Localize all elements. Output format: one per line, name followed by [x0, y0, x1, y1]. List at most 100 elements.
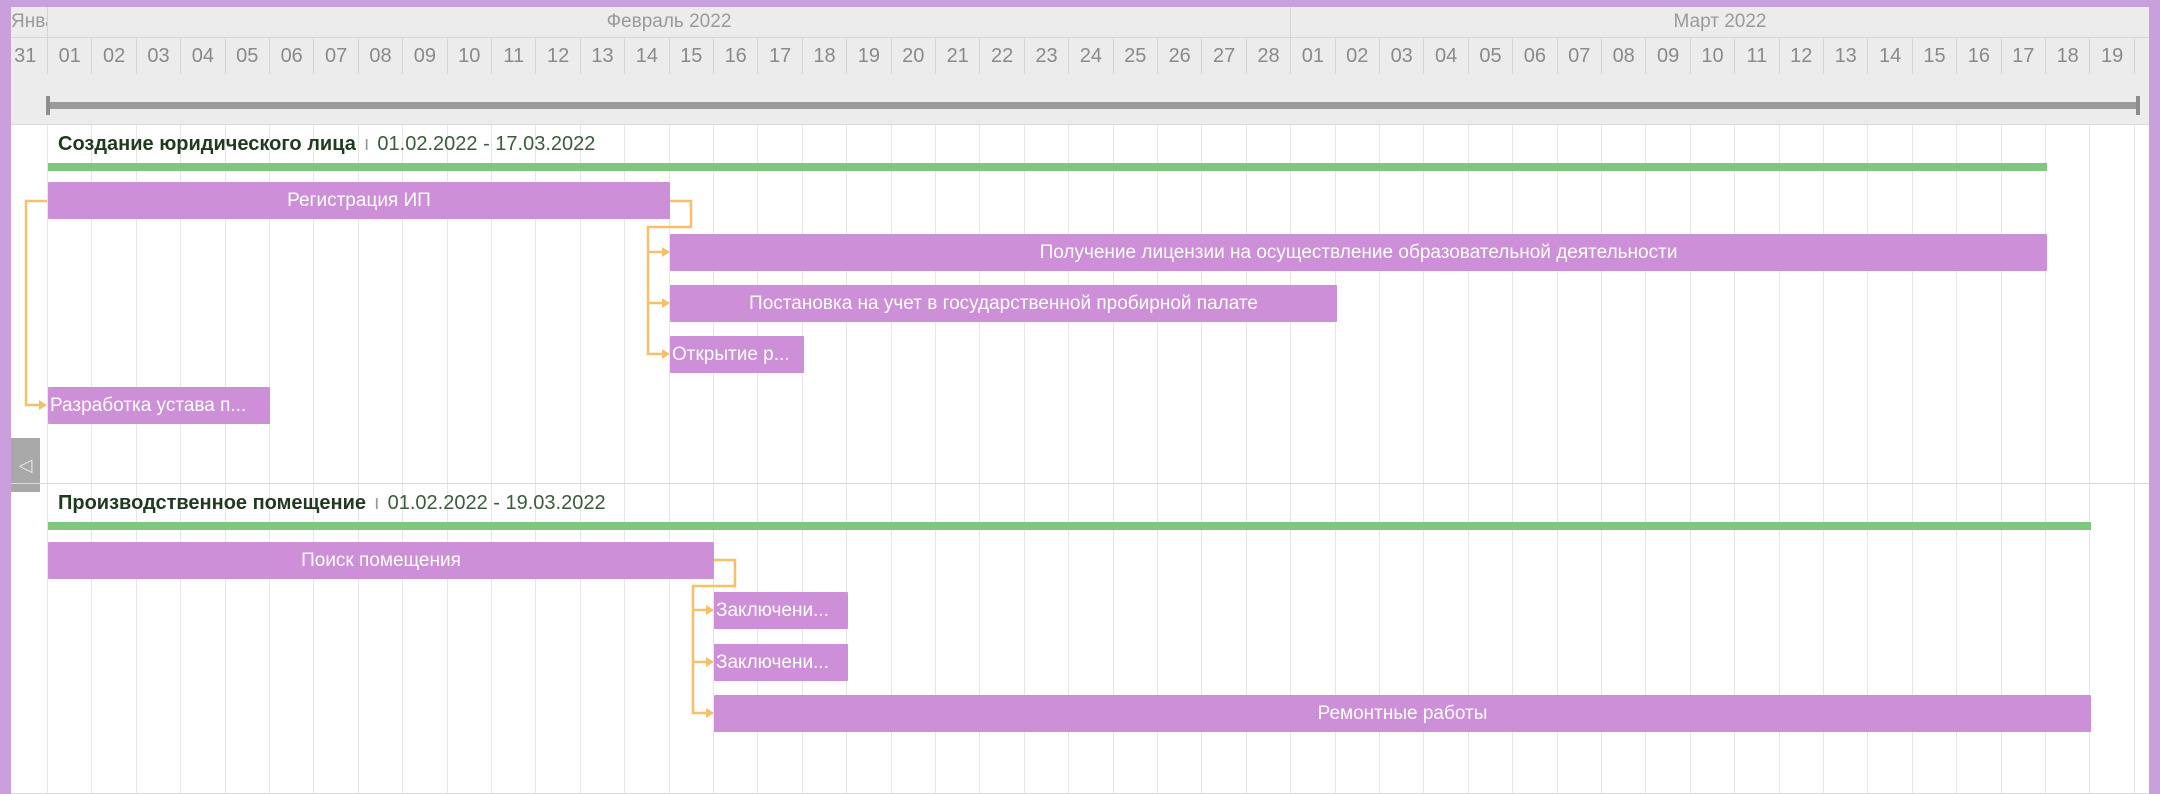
- timeline-scrollbar[interactable]: [11, 74, 2149, 125]
- day-gridline: [579, 7, 581, 794]
- day-gridline: [1601, 7, 1602, 794]
- day-cell: 15: [1913, 38, 1958, 74]
- day-cell: 28: [1247, 38, 1292, 74]
- task-bar[interactable]: Ремонтные работы: [714, 695, 2091, 732]
- scrollbar-thumb[interactable]: [46, 96, 2140, 115]
- day-cell: 03: [1380, 38, 1425, 74]
- day-gridline: [535, 7, 537, 794]
- day-cell: 08: [359, 38, 404, 74]
- day-gridline: [402, 7, 404, 794]
- day-cell: 16: [1957, 38, 2002, 74]
- day-gridline: [1379, 7, 1380, 794]
- scrollbar-left-handle[interactable]: [46, 96, 50, 115]
- day-gridline: [1334, 7, 1336, 794]
- day-cell: 01: [48, 38, 93, 74]
- day-gridline: [1556, 7, 1558, 794]
- day-cell: 18: [2046, 38, 2091, 74]
- day-cell: 02: [1336, 38, 1380, 74]
- day-gridline: [2000, 7, 2002, 794]
- day-cell: 26: [1158, 38, 1203, 74]
- day-cell: 06: [1513, 38, 1558, 74]
- day-cell: 24: [1069, 38, 1114, 74]
- group-dates: 01.02.2022 - 19.03.2022: [387, 492, 606, 514]
- month-january: Янва: [11, 7, 48, 37]
- day-gridline: [1068, 7, 1070, 794]
- group-title: Создание юридического лица: [58, 133, 356, 155]
- month-february: Февраль 2022: [48, 7, 1291, 37]
- day-cell: 11: [492, 38, 537, 74]
- task-bar[interactable]: Разработка устава п...: [48, 387, 270, 424]
- day-cell: 13: [1824, 38, 1869, 74]
- day-gridline: [1290, 7, 1292, 794]
- day-cell: 15: [670, 38, 714, 74]
- day-gridline: [357, 7, 359, 794]
- task-bar[interactable]: Заключени...: [714, 592, 848, 629]
- day-gridline: [1867, 7, 1869, 794]
- summary-bar[interactable]: [48, 522, 2091, 530]
- day-cell: 23: [1025, 38, 1070, 74]
- task-bar[interactable]: Регистрация ИП: [48, 182, 670, 219]
- day-cell: 10: [1691, 38, 1736, 74]
- day-gridline: [668, 7, 670, 794]
- separator: ı: [374, 492, 380, 514]
- group-header-production-room[interactable]: Производственное помещение ı 01.02.2022 - …: [58, 489, 606, 517]
- day-cell: 12: [1780, 38, 1824, 74]
- month-row: Янва Февраль 2022 Март 2022: [11, 7, 2149, 38]
- day-cell: 08: [1602, 38, 1647, 74]
- day-cell: 14: [625, 38, 670, 74]
- day-cell: 01: [1291, 38, 1336, 74]
- day-cell: 16: [714, 38, 759, 74]
- day-cell: 04: [181, 38, 226, 74]
- day-gridline: [890, 7, 892, 794]
- day-gridline: [1734, 7, 1736, 794]
- scrollbar-right-handle[interactable]: [2136, 96, 2140, 115]
- group-divider: [11, 483, 2149, 484]
- day-cell: 27: [1202, 38, 1247, 74]
- task-bar[interactable]: Получение лицензии на осуществление обра…: [670, 234, 2047, 271]
- day-cell: 11: [1735, 38, 1780, 74]
- day-gridline: [1956, 7, 1958, 794]
- day-gridline: [2045, 7, 2046, 794]
- day-cell: 31: [11, 38, 48, 74]
- day-gridline: [491, 7, 492, 794]
- day-gridline: [1423, 7, 1425, 794]
- day-cell: 18: [803, 38, 848, 74]
- group-dates: 01.02.2022 - 17.03.2022: [377, 133, 596, 155]
- separator: ı: [363, 133, 370, 155]
- day-gridline: [935, 7, 936, 794]
- summary-bar[interactable]: [48, 163, 2047, 171]
- gantt-chart: Янва Февраль 2022 Март 2022 310102030405…: [11, 7, 2149, 794]
- day-cell: 12: [536, 38, 581, 74]
- day-gridline: [1157, 7, 1158, 794]
- month-march: Март 2022: [1673, 11, 1767, 32]
- day-gridline: [1112, 7, 1114, 794]
- day-cell: 06: [270, 38, 315, 74]
- day-gridline: [624, 7, 626, 794]
- day-gridline: [1823, 7, 1824, 794]
- day-gridline: [1245, 7, 1247, 794]
- task-bar[interactable]: Поиск помещения: [48, 542, 714, 579]
- day-gridline: [2133, 7, 2135, 794]
- timeline-header: Янва Февраль 2022 Март 2022 310102030405…: [11, 7, 2149, 125]
- task-bar[interactable]: Заключени...: [714, 644, 848, 681]
- day-gridline: [1512, 7, 1514, 794]
- day-gridline: [1645, 7, 1647, 794]
- day-cell: 17: [758, 38, 803, 74]
- day-row: 31 01 02 03 04 05 06 07 08 09 10 11 12 13 14 15 16 17 18 19…: [11, 38, 2149, 74]
- day-cell: 07: [1558, 38, 1602, 74]
- day-cell: 05: [226, 38, 270, 74]
- day-gridline: [313, 7, 315, 794]
- task-bar[interactable]: Открытие р...: [670, 336, 804, 373]
- task-bar[interactable]: Постановка на учет в государственной про…: [670, 285, 1337, 322]
- day-cell: 03: [137, 38, 182, 74]
- day-cell: 21: [936, 38, 981, 74]
- group-header-legal-entity[interactable]: Создание юридического лица ı 01.02.2022 - …: [58, 130, 595, 158]
- day-cell: 25: [1114, 38, 1158, 74]
- day-cell: 2: [2135, 38, 2149, 74]
- day-gridline: [1023, 7, 1025, 794]
- day-gridline: [1778, 7, 1780, 794]
- day-cell: 20: [892, 38, 936, 74]
- day-gridline: [1201, 7, 1203, 794]
- day-gridline: [1689, 7, 1691, 794]
- day-cell: 22: [980, 38, 1025, 74]
